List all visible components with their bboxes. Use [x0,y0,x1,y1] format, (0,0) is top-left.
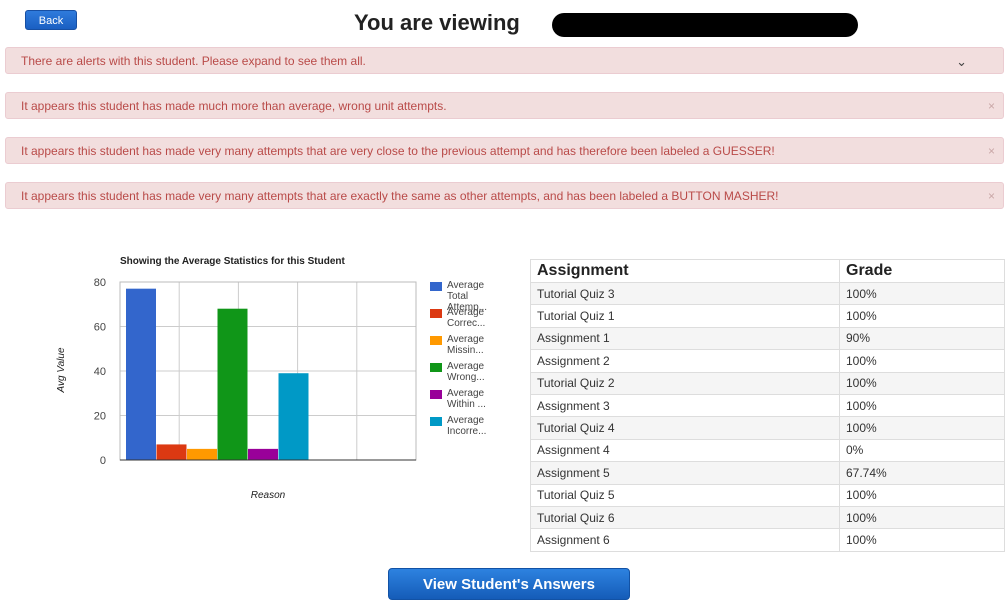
assignment-cell: Tutorial Quiz 2 [530,371,840,395]
legend-swatch [430,390,442,399]
grade-cell: 100% [839,281,1005,306]
bar [278,373,309,460]
bar [217,308,248,460]
legend-label: Average Missin... [447,334,485,356]
grade-cell: 100% [839,371,1005,395]
y-tick-label: 20 [94,411,106,423]
table-row: Assignment 5 67.74% [530,461,1005,485]
alert-text: It appears this student has made very ma… [21,144,775,158]
table-row: Assignment 1 90% [530,326,1005,351]
y-tick-label: 0 [100,455,106,467]
table-row: Assignment 3 100% [530,393,1005,418]
redacted-student-name [552,13,858,37]
table-row: Tutorial Quiz 3 100% [530,281,1005,306]
assignment-cell: Assignment 4 [530,438,840,463]
assignment-cell: Tutorial Quiz 3 [530,281,840,306]
alert-item: It appears this student has made very ma… [5,182,1004,209]
assignment-cell: Tutorial Quiz 1 [530,304,840,328]
legend-swatch [430,309,442,318]
bar [126,288,156,460]
alert-item: It appears this student has made much mo… [5,92,1004,119]
grade-cell: 100% [839,393,1005,418]
x-axis-label: Reason [251,490,286,501]
assignment-cell: Assignment 6 [530,528,840,552]
y-tick-label: 40 [94,366,106,378]
legend-label: Average Wrong... [447,361,485,383]
close-icon[interactable]: × [988,183,995,210]
alert-summary[interactable]: There are alerts with this student. Plea… [5,47,1004,74]
legend-label: Average Within ... [447,388,486,410]
page-title: You are viewing [354,10,520,35]
y-tick-label: 80 [94,277,106,289]
alert-text: It appears this student has made very ma… [21,189,779,203]
grade-cell: 100% [839,505,1005,530]
y-axis-label: Avg Value [56,347,67,393]
table-row: Assignment 6 100% [530,528,1005,552]
legend-label: Average Correc... [447,307,486,329]
assignment-cell: Tutorial Quiz 6 [530,505,840,530]
grade-cell: 90% [839,326,1005,351]
chart-title: Showing the Average Statistics for this … [120,256,345,267]
table-header-row: Assignment Grade [530,259,1005,283]
close-icon[interactable]: × [988,93,995,120]
bar [248,448,278,460]
grade-cell: 67.74% [839,461,1005,485]
assignment-cell: Assignment 5 [530,461,840,485]
grade-cell: 100% [839,528,1005,552]
table-row: Assignment 4 0% [530,438,1005,463]
assignment-cell: Assignment 3 [530,393,840,418]
table-row: Tutorial Quiz 4 100% [530,416,1005,440]
bar-chart: 0 20 40 60 80 Avg Value Reason [56,277,417,501]
grade-cell: 100% [839,349,1005,373]
y-tick-label: 60 [94,322,106,334]
close-icon[interactable]: × [988,138,995,165]
legend-swatch [430,336,442,345]
legend-swatch [430,363,442,372]
back-button[interactable]: Back [25,10,77,30]
grade-cell: 100% [839,304,1005,328]
legend-swatch [430,282,442,291]
legend-swatch [430,417,442,426]
assignment-cell: Tutorial Quiz 5 [530,483,840,507]
assignment-cell: Assignment 1 [530,326,840,351]
alert-text: It appears this student has made much mo… [21,99,447,113]
legend-label: Average Incorre... [447,415,487,437]
table-row: Tutorial Quiz 6 100% [530,505,1005,530]
grade-cell: 100% [839,416,1005,440]
alert-item: It appears this student has made very ma… [5,137,1004,164]
column-header-assignment: Assignment [530,259,840,283]
chevron-down-icon[interactable]: ⌄ [956,48,967,75]
column-header-grade: Grade [839,259,1005,283]
assignment-cell: Tutorial Quiz 4 [530,416,840,440]
assignment-cell: Assignment 2 [530,349,840,373]
grade-cell: 100% [839,483,1005,507]
grade-cell: 0% [839,438,1005,463]
bar [156,444,187,460]
table-row: Tutorial Quiz 2 100% [530,371,1005,395]
bar [187,448,217,460]
table-row: Tutorial Quiz 5 100% [530,483,1005,507]
table-row: Tutorial Quiz 1 100% [530,304,1005,328]
grades-table: Assignment Grade Tutorial Quiz 3 100% Tuto… [530,259,1005,552]
table-row: Assignment 2 100% [530,349,1005,373]
view-answers-button[interactable]: View Student's Answers [388,568,630,600]
alert-summary-text: There are alerts with this student. Plea… [21,54,366,68]
